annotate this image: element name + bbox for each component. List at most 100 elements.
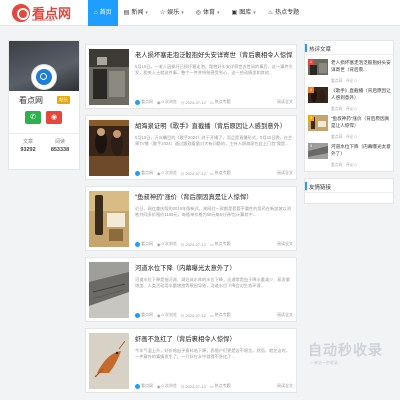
- avatar[interactable]: [32, 65, 56, 89]
- date-meta: ◷ 2024-07-12: [181, 313, 206, 318]
- article-card[interactable]: “鱼叔神药”涨价（背后原因真是让人惊悍） 近日，网红重庆版的2019年版新式，来…: [85, 186, 297, 251]
- folder-icon: ▭: [209, 99, 214, 105]
- watermark: 自动秒收录 一来访一秒收录: [308, 340, 400, 374]
- article-thumbnail[interactable]: [89, 262, 129, 318]
- wechat-button[interactable]: ✆: [25, 111, 41, 124]
- category-name: 热点专题: [214, 312, 231, 317]
- article-title[interactable]: “鱼叔神药”涨价（背后原因真是让人惊悍）: [135, 192, 293, 201]
- read-more-link[interactable]: 阅读全文: [277, 312, 293, 318]
- article-title[interactable]: 虾画不急红了（背后裹相令人惊悍）: [135, 334, 293, 343]
- article-thumbnail[interactable]: [89, 191, 129, 247]
- article-title[interactable]: 老人损坏塞走泡泛骰抱好头安详寄世（背后裹相令人惊悍）: [135, 50, 293, 59]
- author-name: 看点网: [141, 241, 153, 246]
- article-thumbnail[interactable]: [89, 120, 129, 176]
- rank-badge: 1: [308, 59, 314, 65]
- hot-article-title[interactable]: 河道水位下降（内幕曝光太意外了）: [331, 144, 392, 158]
- article-thumbnail[interactable]: [89, 333, 129, 389]
- author-meta[interactable]: 看点网: [135, 312, 153, 318]
- chevron-down-icon: ▾: [217, 10, 220, 16]
- nav-item-hot-topics[interactable]: ♨ 热点专题: [262, 0, 305, 26]
- article-excerpt: 5月10日，万众瞩目的《歌手2024》终于开播了，而且是直播形式，5月10日晚，…: [135, 135, 293, 147]
- read-more-link[interactable]: 阅读全文: [277, 241, 293, 247]
- logo-subtext: kandian.com: [32, 17, 55, 22]
- article-card[interactable]: 胡海泉证明《歌手》直截播（背后原因让人感到意外） 5月10日，万众瞩目的《歌手2…: [85, 115, 297, 180]
- author-profile-card: 看点网 站长 ✆ ◉ 文章 93292 阅读 853338: [8, 40, 80, 170]
- article-card[interactable]: 虾画不急红了（背后裹相令人惊悍） 今年气温上升，虾价格出乎意料地下降，养殖户们更…: [85, 328, 297, 393]
- clock-icon: ◷: [180, 170, 185, 176]
- folder-icon: ▭: [209, 383, 214, 389]
- hot-article-thumbnail[interactable]: 3: [308, 115, 328, 131]
- article-meta: 看点网 ◉ 0 次浏览 ◷ 2024-07-12 ▭ 热点专题 阅读全文: [135, 170, 293, 176]
- nav-label: 体育: [203, 10, 216, 16]
- author-avatar-icon: [135, 170, 140, 176]
- hot-article-thumbnail[interactable]: 2: [308, 87, 328, 103]
- category-meta[interactable]: ▭ 热点专题: [210, 312, 231, 318]
- author-name: 看点网: [141, 312, 153, 317]
- nav-item-sports[interactable]: ◎ 体育 ▾: [190, 0, 226, 26]
- read-more-link[interactable]: 阅读全文: [277, 99, 293, 105]
- hot-article-meta: 看点网 · 评论 0: [331, 107, 357, 111]
- read-more-link[interactable]: 阅读全文: [277, 383, 293, 389]
- clock-icon: ◷: [180, 99, 185, 105]
- author-avatar-icon: [135, 241, 140, 247]
- author-meta[interactable]: 看点网: [135, 99, 153, 105]
- author-name: 看点网: [141, 99, 153, 104]
- nav-item-home[interactable]: ⌂ 首页: [88, 0, 118, 26]
- stat-value-reads: 853338: [50, 147, 70, 153]
- news-icon: ▤: [123, 10, 130, 16]
- home-icon: ⌂: [94, 10, 98, 16]
- author-meta[interactable]: 看点网: [135, 170, 153, 176]
- date-meta: ◷ 2024-07-12: [181, 171, 206, 176]
- category-name: 热点专题: [214, 241, 231, 246]
- category-meta[interactable]: ▭ 热点专题: [210, 170, 231, 176]
- clock-icon: ◷: [180, 241, 185, 247]
- folder-icon: ▭: [209, 241, 214, 247]
- hot-article-title[interactable]: 老人损坏塞走泡泛骰抱好头安详寄世（背后裹...: [331, 60, 392, 74]
- view-count: 0 次浏览: [161, 170, 177, 175]
- rank-badge: 3: [308, 115, 314, 121]
- author-avatar-icon: [135, 383, 140, 389]
- article-meta: 看点网 ◉ 0 次浏览 ◷ 2024-07-12 ▭ 热点专题 阅读全文: [135, 312, 293, 318]
- profile-badge: 站长: [57, 96, 70, 104]
- article-card[interactable]: 河道水位下降（内幕曝光太意外了） 河道水位下降是指河流、湖泊或水库的水位下降，这…: [85, 257, 297, 322]
- nav-item-entertainment[interactable]: ☆ 娱乐 ▾: [154, 0, 190, 26]
- article-thumbnail[interactable]: [89, 49, 129, 105]
- eye-icon: ◉: [157, 99, 161, 105]
- eye-icon: ◉: [157, 241, 161, 247]
- avatar-logo-icon: [36, 69, 52, 85]
- author-avatar-icon: [135, 99, 140, 105]
- hot-article-thumbnail[interactable]: 1: [308, 59, 328, 75]
- category-meta[interactable]: ▭ 热点专题: [210, 241, 231, 247]
- category-meta[interactable]: ▭ 热点专题: [210, 99, 231, 105]
- article-meta: 看点网 ◉ 0 次浏览 ◷ 2024-07-12 ▭ 热点专题 阅读全文: [135, 99, 293, 105]
- read-more-link[interactable]: 阅读全文: [277, 170, 293, 176]
- chevron-down-icon: ▾: [253, 10, 256, 16]
- nav-label: 图库: [239, 10, 252, 16]
- article-title[interactable]: 河道水位下降（内幕曝光太意外了）: [135, 263, 293, 272]
- hot-article-thumbnail[interactable]: 4: [308, 143, 328, 159]
- article-card[interactable]: 老人损坏塞走泡泛骰抱好头安详寄世（背后裹相令人惊悍） 5月10日，一老人因损坏已…: [85, 44, 297, 109]
- nav-label: 首页: [99, 10, 112, 16]
- panel-header: 热评文章: [305, 41, 393, 55]
- panel-title: 热评文章: [309, 47, 332, 53]
- hot-articles-panel: 热评文章 1 老人损坏塞走泡泛骰抱好头安详寄世（背后裹... 看点网 · 评论 …: [304, 40, 394, 172]
- article-title[interactable]: 胡海泉证明《歌手》直截播（背后原因让人感到意外）: [135, 121, 293, 130]
- main-nav: ⌂ 首页 ▤ 新闻 ▾ ☆ 娱乐 ▾ ◎ 体育 ▾ ▣ 图库 ▾ ♨ 热点专题: [88, 0, 305, 26]
- hot-article-item[interactable]: 4 河道水位下降（内幕曝光太意外了） 看点网 · 评论 0: [308, 143, 392, 175]
- hot-article-title[interactable]: 《歌手》直截播（背后原因让人感到意外）: [331, 88, 392, 102]
- author-meta[interactable]: 看点网: [135, 241, 153, 247]
- hot-article-title[interactable]: “鱼叔神药”涨价（背后原因真是让人惊悍）: [331, 116, 392, 130]
- nav-item-gallery[interactable]: ▣ 图库 ▾: [226, 0, 262, 26]
- author-meta[interactable]: 看点网: [135, 383, 153, 389]
- weibo-button[interactable]: ◉: [46, 111, 62, 124]
- date-meta: ◷ 2024-07-12: [181, 384, 206, 389]
- author-name: 看点网: [141, 383, 153, 388]
- stat-label-articles: 文章: [22, 139, 33, 145]
- rank-badge: 2: [308, 87, 314, 93]
- site-logo[interactable]: 看点网 kandian.com: [12, 3, 74, 23]
- image-icon: ▣: [231, 10, 238, 16]
- category-meta[interactable]: ▭ 热点专题: [210, 383, 231, 389]
- author-avatar-icon: [135, 312, 140, 318]
- nav-item-news[interactable]: ▤ 新闻 ▾: [118, 0, 154, 26]
- panel-title: 友情链接: [309, 185, 332, 191]
